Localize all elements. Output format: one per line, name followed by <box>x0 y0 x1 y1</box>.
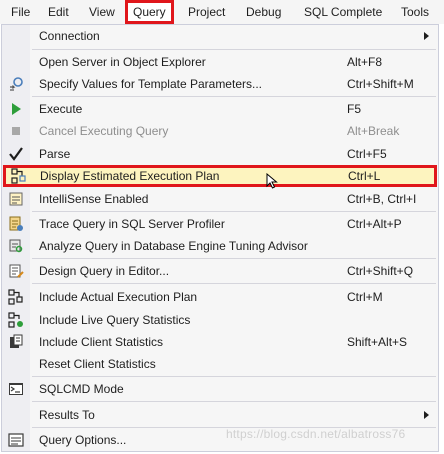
menu-item-shortcut: Ctrl+Alt+P <box>347 217 402 231</box>
menu-item-label: Parse <box>39 147 71 161</box>
menu-item-label: Execute <box>39 102 83 116</box>
menu-file[interactable]: File <box>11 0 30 24</box>
menu-item-shortcut: Ctrl+Shift+M <box>347 77 414 91</box>
profiler-icon <box>9 216 23 231</box>
query-options-icon <box>8 433 24 447</box>
menu-separator <box>32 96 436 97</box>
menu-item-cancel-executing-query: Cancel Executing Query Alt+Break <box>2 120 438 142</box>
tuning-advisor-icon <box>9 239 23 253</box>
menu-sql-complete[interactable]: SQL Complete <box>304 0 382 24</box>
menu-item-label: Trace Query in SQL Server Profiler <box>39 217 225 231</box>
menu-separator <box>32 401 436 402</box>
menu-item-shortcut: Alt+Break <box>347 124 400 138</box>
menu-project[interactable]: Project <box>188 0 225 24</box>
menu-separator <box>32 376 436 377</box>
menu-item-label: Specify Values for Template Parameters..… <box>39 77 262 91</box>
execute-icon <box>12 103 21 115</box>
menu-item-analyze-query[interactable]: Analyze Query in Database Engine Tuning … <box>2 235 438 257</box>
actual-plan-icon <box>8 289 23 305</box>
menu-view[interactable]: View <box>89 0 115 24</box>
menu-separator <box>32 283 436 284</box>
menu-item-sqlcmd-mode[interactable]: SQLCMD Mode <box>2 378 438 400</box>
parse-checkmark-icon <box>9 147 23 161</box>
menu-item-label: Include Live Query Statistics <box>39 313 191 327</box>
submenu-arrow-icon <box>424 32 429 40</box>
menu-item-specify-values[interactable]: Specify Values for Template Parameters..… <box>2 73 438 95</box>
menu-item-include-client-stats[interactable]: Include Client Statistics Shift+Alt+S <box>2 331 438 353</box>
menu-item-shortcut: Ctrl+B, Ctrl+I <box>347 192 417 206</box>
menu-item-connection[interactable]: Connection <box>2 25 438 47</box>
menu-item-label: Cancel Executing Query <box>39 124 169 138</box>
menu-bar: File Edit View Query Project Debug SQL C… <box>0 0 444 24</box>
menu-item-label: SQLCMD Mode <box>39 382 124 396</box>
menu-debug[interactable]: Debug <box>246 0 281 24</box>
menu-item-open-server[interactable]: Open Server in Object Explorer Alt+F8 <box>2 51 438 73</box>
menu-item-trace-query[interactable]: Trace Query in SQL Server Profiler Ctrl+… <box>2 213 438 235</box>
menu-item-label: Open Server in Object Explorer <box>39 55 206 69</box>
sqlcmd-icon <box>9 383 23 395</box>
menu-separator <box>32 258 436 259</box>
template-params-icon <box>10 77 23 91</box>
menu-item-label: Display Estimated Execution Plan <box>40 169 220 183</box>
menu-item-label: Design Query in Editor... <box>39 264 170 278</box>
menu-item-shortcut: Ctrl+Shift+Q <box>347 264 414 278</box>
menu-item-parse[interactable]: Parse Ctrl+F5 <box>2 143 438 165</box>
client-stats-icon <box>10 334 23 348</box>
menu-item-shortcut: Shift+Alt+S <box>347 335 408 349</box>
menu-item-label: Include Client Statistics <box>39 335 164 349</box>
menu-item-shortcut: Ctrl+F5 <box>347 147 387 161</box>
menu-item-label: IntelliSense Enabled <box>39 192 149 206</box>
menu-separator <box>32 49 436 50</box>
menu-query[interactable]: Query <box>125 0 174 24</box>
menu-tools[interactable]: Tools <box>401 0 429 24</box>
watermark-text: https://blog.csdn.net/albatross76 <box>226 427 406 441</box>
menu-item-shortcut: Ctrl+L <box>348 169 381 183</box>
menu-item-intellisense-enabled[interactable]: IntelliSense Enabled Ctrl+B, Ctrl+I <box>2 188 438 210</box>
menu-item-label: Analyze Query in Database Engine Tuning … <box>39 239 308 253</box>
menu-item-include-live-stats[interactable]: Include Live Query Statistics <box>2 309 438 331</box>
menu-item-results-to[interactable]: Results To <box>2 404 438 426</box>
menu-separator <box>32 211 436 212</box>
menu-item-label: Include Actual Execution Plan <box>39 290 198 304</box>
menu-item-display-estimated-execution-plan[interactable]: Display Estimated Execution Plan Ctrl+L <box>3 165 437 187</box>
menu-item-label: Reset Client Statistics <box>39 357 156 371</box>
menu-item-shortcut: Alt+F8 <box>347 55 383 69</box>
mouse-cursor-icon <box>266 173 278 189</box>
menu-item-shortcut: Ctrl+M <box>347 290 383 304</box>
menu-item-label: Query Options... <box>39 433 127 447</box>
menu-item-shortcut: F5 <box>347 102 362 116</box>
menu-item-design-query[interactable]: Design Query in Editor... Ctrl+Shift+Q <box>2 260 438 282</box>
menu-item-label: Results To <box>39 408 95 422</box>
menu-item-include-actual-plan[interactable]: Include Actual Execution Plan Ctrl+M <box>2 286 438 308</box>
live-stats-icon <box>8 312 23 328</box>
menu-item-execute[interactable]: Execute F5 <box>2 98 438 120</box>
intellisense-icon <box>9 192 23 206</box>
query-dropdown-menu: Connection Open Server in Object Explore… <box>1 24 439 452</box>
menu-edit[interactable]: Edit <box>48 0 69 24</box>
design-query-icon <box>9 264 24 278</box>
cancel-query-icon <box>12 127 20 135</box>
menu-item-label: Connection <box>39 29 100 43</box>
menu-item-reset-client-stats[interactable]: Reset Client Statistics <box>2 353 438 375</box>
submenu-arrow-icon <box>424 411 429 419</box>
estimated-plan-icon <box>11 168 26 184</box>
